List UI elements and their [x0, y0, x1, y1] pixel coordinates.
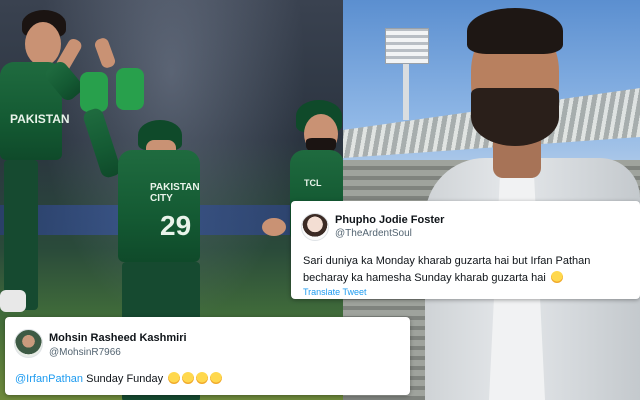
laughing-emoji-icon — [196, 372, 209, 384]
laughing-emoji-icon — [168, 372, 181, 384]
mention-link[interactable]: @IrfanPathan — [15, 373, 83, 385]
avatar[interactable] — [14, 329, 43, 358]
translate-tweet-link[interactable]: Translate Tweet — [303, 287, 367, 297]
jersey-number: 29 — [160, 210, 192, 241]
laughing-emoji-icon — [550, 271, 563, 283]
sponsor-text: TCL — [304, 178, 322, 188]
jersey-team-text: PAKISTAN CITY — [150, 182, 200, 204]
tweet-card[interactable]: Mohsin Rasheed Kashmiri @MohsinR7966 @Ir… — [5, 317, 410, 395]
laughing-emoji-icon — [182, 372, 195, 384]
jersey-text: PAKISTAN — [10, 112, 70, 126]
beard — [471, 88, 559, 146]
tweet-text: @IrfanPathan Sunday Funday — [15, 371, 405, 388]
tweet-author-handle[interactable]: @MohsinR7966 — [49, 347, 121, 358]
avatar[interactable] — [301, 213, 329, 241]
tweet-author-handle[interactable]: @TheArdentSoul — [335, 228, 412, 239]
floodlight-pole — [403, 60, 409, 120]
tweet-author-name[interactable]: Mohsin Rasheed Kashmiri — [49, 332, 187, 344]
laughing-emoji-icon — [210, 372, 223, 384]
tweet-card[interactable]: Phupho Jodie Foster @TheArdentSoul Sari … — [291, 201, 640, 299]
tweet-text: Sari duniya ka Monday kharab guzarta hai… — [303, 255, 591, 284]
hair — [467, 8, 563, 54]
tweet-author-name[interactable]: Phupho Jodie Foster — [335, 214, 444, 226]
floodlight — [385, 28, 429, 64]
